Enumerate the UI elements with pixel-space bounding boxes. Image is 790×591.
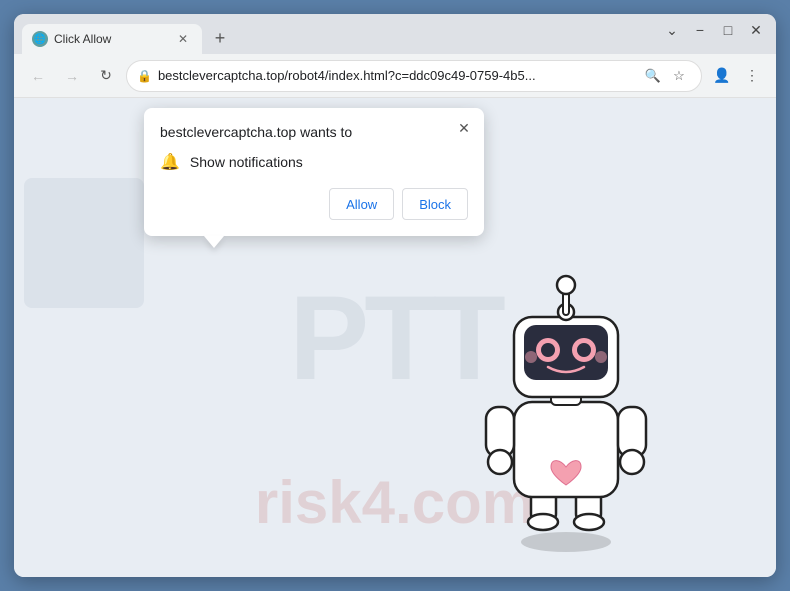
profile-button[interactable]: 👤	[708, 62, 736, 90]
address-bar[interactable]: 🔒 bestclevercaptcha.top/robot4/index.htm…	[126, 60, 702, 92]
back-button[interactable]: ←	[24, 62, 52, 90]
menu-button[interactable]: ⋮	[738, 62, 766, 90]
bg-element-left	[24, 178, 144, 308]
new-tab-button[interactable]: +	[206, 24, 234, 52]
collapse-button[interactable]: ⌄	[660, 18, 684, 42]
tab-close-button[interactable]: ✕	[174, 30, 192, 48]
block-button[interactable]: Block	[402, 188, 468, 220]
robot-svg	[456, 257, 676, 557]
lock-icon: 🔒	[137, 69, 152, 83]
popup-close-button[interactable]: ✕	[454, 118, 474, 138]
notification-popup: ✕ bestclevercaptcha.top wants to 🔔 Show …	[144, 108, 484, 236]
robot-illustration	[456, 257, 676, 557]
forward-button[interactable]: →	[58, 62, 86, 90]
bookmark-icon-btn[interactable]: ☆	[667, 64, 691, 88]
minimize-button[interactable]: −	[688, 18, 712, 42]
nav-bar: ← → ↻ 🔒 bestclevercaptcha.top/robot4/ind…	[14, 54, 776, 98]
address-text: bestclevercaptcha.top/robot4/index.html?…	[158, 68, 635, 83]
popup-notification-row: 🔔 Show notifications	[160, 152, 468, 172]
page-content: PTT risk4.com YOU	[14, 98, 776, 577]
title-bar: 🌐 Click Allow ✕ + ⌄ − □ ✕	[14, 14, 776, 54]
notification-label: Show notifications	[190, 154, 303, 170]
popup-title: bestclevercaptcha.top wants to	[160, 124, 468, 140]
popup-actions: Allow Block	[160, 188, 468, 220]
browser-window: 🌐 Click Allow ✕ + ⌄ − □ ✕ ← → ↻ 🔒 bestcl…	[14, 14, 776, 577]
tab-favicon: 🌐	[32, 31, 48, 47]
maximize-button[interactable]: □	[716, 18, 740, 42]
allow-button[interactable]: Allow	[329, 188, 394, 220]
address-actions: 🔍 ☆	[641, 64, 691, 88]
search-icon-btn[interactable]: 🔍	[641, 64, 665, 88]
nav-extra-buttons: 👤 ⋮	[708, 62, 766, 90]
tab-title: Click Allow	[54, 32, 168, 46]
close-button[interactable]: ✕	[744, 18, 768, 42]
popup-tail	[204, 236, 224, 248]
window-controls: ⌄ − □ ✕	[660, 18, 768, 50]
tab-strip: 🌐 Click Allow ✕ +	[22, 14, 660, 54]
active-tab[interactable]: 🌐 Click Allow ✕	[22, 24, 202, 54]
bell-icon: 🔔	[160, 152, 180, 172]
refresh-button[interactable]: ↻	[92, 62, 120, 90]
